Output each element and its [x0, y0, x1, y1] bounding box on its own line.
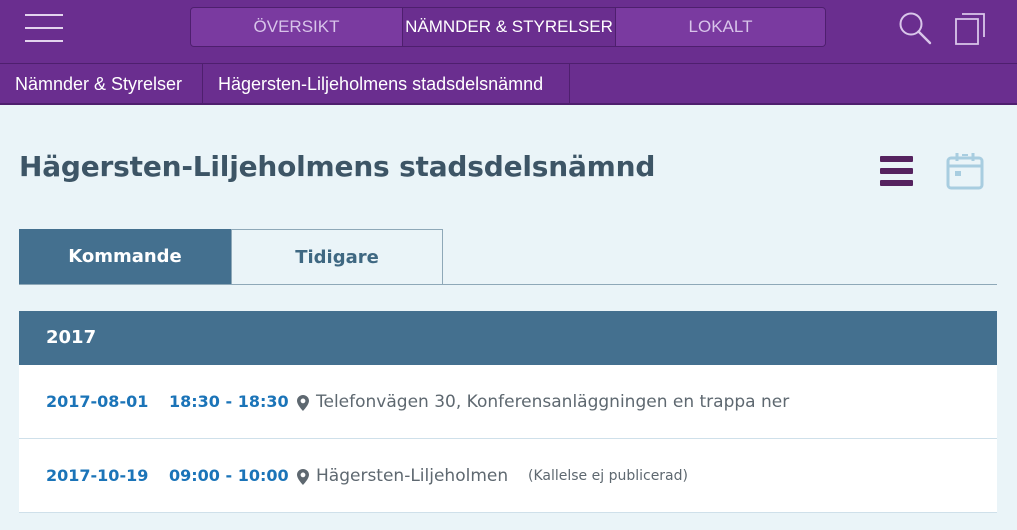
tab-tidigare[interactable]: Tidigare: [231, 229, 443, 284]
hamburger-menu-icon[interactable]: [25, 14, 63, 42]
view-tabs: Kommande Tidigare: [19, 229, 997, 285]
copy-icon[interactable]: [953, 10, 987, 46]
search-icon[interactable]: [898, 11, 932, 45]
breadcrumb-current-committee[interactable]: Hägersten-Liljeholmens stadsdelsnämnd: [203, 64, 570, 104]
main-tabs: ÖVERSIKT NÄMNDER & STYRELSER LOKALT: [190, 7, 826, 47]
year-header: 2017: [19, 311, 997, 365]
tab-oversikt[interactable]: ÖVERSIKT: [191, 8, 403, 46]
map-pin-icon: [297, 469, 309, 485]
meeting-row[interactable]: 2017-08-01 18:30 - 18:30 Telefonvägen 30…: [19, 365, 997, 439]
calendar-icon[interactable]: [946, 152, 984, 190]
meeting-date[interactable]: 2017-08-01: [46, 365, 148, 439]
tab-kommande[interactable]: Kommande: [19, 229, 231, 284]
breadcrumb-namnder-styrelser[interactable]: Nämnder & Styrelser: [0, 64, 203, 104]
meeting-status-note: (Kallelse ej publicerad): [528, 468, 688, 484]
breadcrumb: Nämnder & Styrelser Hägersten-Liljeholme…: [0, 63, 1017, 105]
tab-namnder-styrelser[interactable]: NÄMNDER & STYRELSER: [403, 8, 616, 46]
meeting-date[interactable]: 2017-10-19: [46, 439, 148, 513]
map-pin-icon: [297, 395, 309, 411]
tab-lokalt[interactable]: LOKALT: [616, 8, 825, 46]
meeting-time: 09:00 - 10:00: [169, 466, 289, 485]
meeting-time: 18:30 - 18:30: [169, 392, 289, 411]
meeting-row[interactable]: 2017-10-19 09:00 - 10:00 Hägersten-Lilje…: [19, 439, 997, 513]
meeting-location: Telefonvägen 30, Konferensanläggningen e…: [316, 392, 790, 412]
meeting-location: Hägersten-Liljeholmen: [316, 466, 509, 486]
list-view-icon[interactable]: [880, 156, 914, 188]
top-navigation-bar: ÖVERSIKT NÄMNDER & STYRELSER LOKALT: [0, 0, 1017, 63]
page-title: Hägersten-Liljeholmens stadsdelsnämnd: [19, 150, 656, 183]
